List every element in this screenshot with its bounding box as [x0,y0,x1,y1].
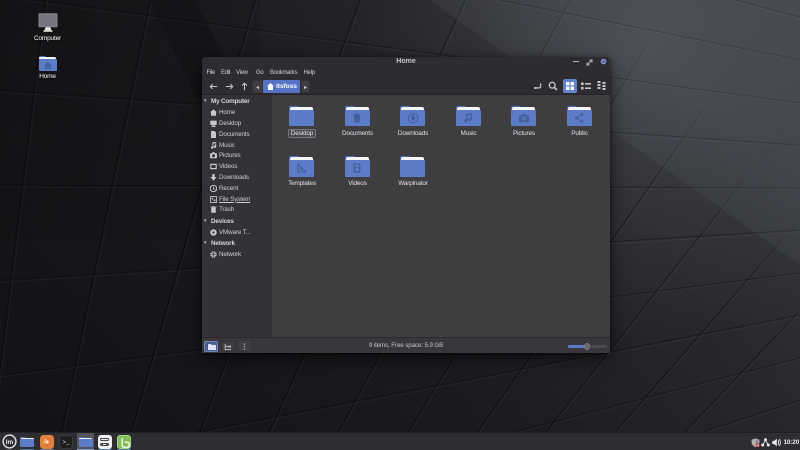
svg-text:lm: lm [6,439,14,446]
